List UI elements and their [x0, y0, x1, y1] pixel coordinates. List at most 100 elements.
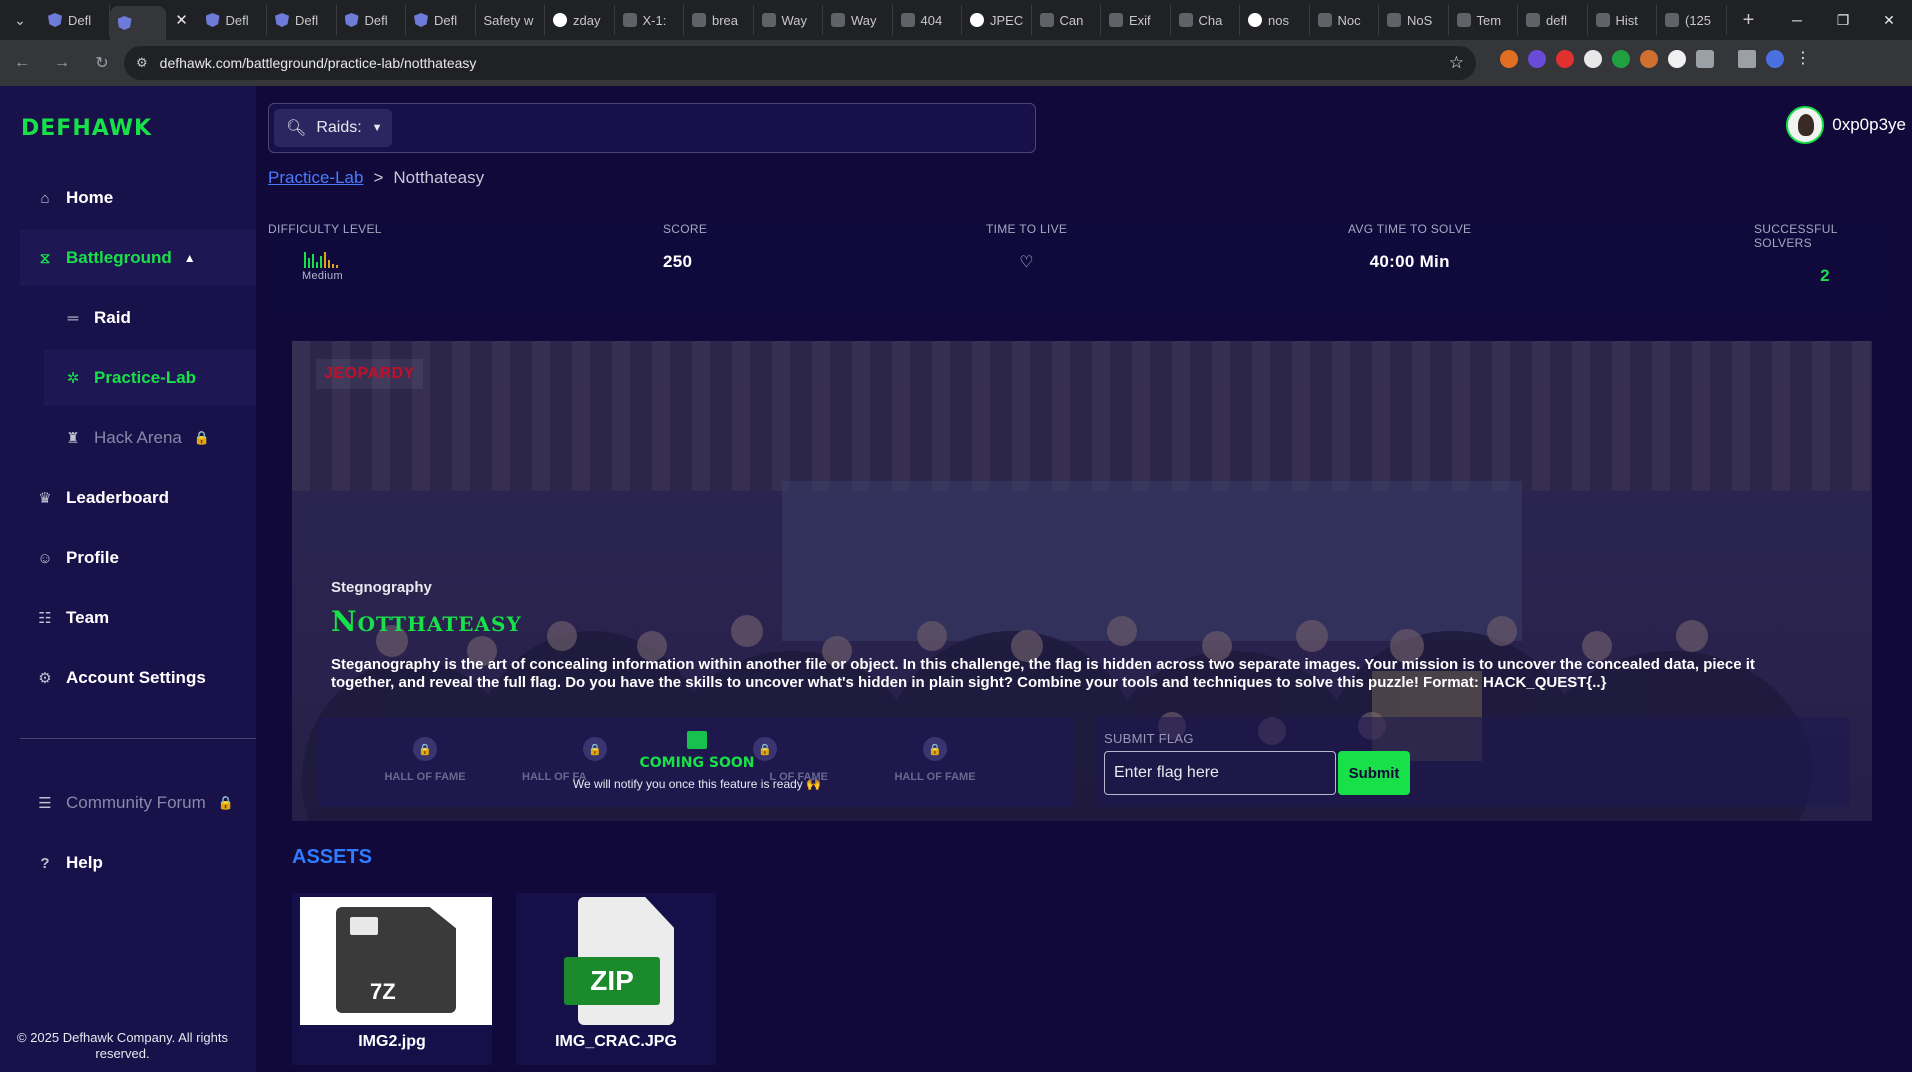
bookmark-star-icon[interactable]: ☆: [1449, 53, 1464, 73]
restore-icon[interactable]: ❐: [1820, 0, 1866, 40]
raids-dropdown[interactable]: 🔍︎ Raids: ▼: [274, 109, 392, 147]
browser-tab[interactable]: Exif: [1101, 5, 1171, 35]
browser-tab[interactable]: Noc: [1310, 5, 1379, 35]
minimize-icon[interactable]: ─: [1774, 0, 1820, 40]
sidebar-item-hack-arena[interactable]: ♜ Hack Arena 🔒: [44, 410, 256, 466]
browser-tab[interactable]: Way: [754, 5, 823, 35]
back-icon[interactable]: ←: [4, 45, 40, 81]
lock-icon: 🔒: [217, 795, 234, 810]
puzzle-extensions-icon[interactable]: [1696, 50, 1714, 68]
copyright-text: © 2025 Defhawk Company. All rights reser…: [17, 1030, 228, 1061]
google-favicon-icon: [970, 13, 984, 27]
browser-tab[interactable]: Can: [1032, 5, 1101, 35]
browser-tab[interactable]: 404: [893, 5, 962, 35]
asset-file[interactable]: 7Z IMG2.jpg: [292, 893, 492, 1065]
sidebar-item-home[interactable]: ⌂ Home: [20, 170, 256, 226]
sidebar-item-practice-lab[interactable]: ✲ Practice-Lab: [44, 350, 256, 406]
nosql-favicon-icon: [1387, 13, 1401, 27]
avg-time-value: 40:00 Min: [1369, 252, 1450, 271]
google-favicon-icon: [1248, 13, 1262, 27]
submit-flag-button[interactable]: Submit: [1338, 751, 1410, 795]
notify-text: We will notify you once this feature is …: [572, 777, 822, 791]
github-favicon-icon: [622, 13, 637, 27]
asset-file[interactable]: ZIP IMG_CRAC.JPG: [516, 893, 716, 1065]
browser-tab[interactable]: defl: [1518, 5, 1588, 35]
site-settings-icon[interactable]: ⚙: [136, 55, 148, 71]
pokeball-extension-icon[interactable]: [1556, 50, 1574, 68]
leaderboard-icon: ♛: [38, 490, 52, 507]
7z-file-icon[interactable]: 7Z: [300, 897, 492, 1025]
browser-tab[interactable]: Safety w: [476, 5, 545, 35]
address-bar[interactable]: ⚙ defhawk.com/battleground/practice-lab/…: [124, 46, 1476, 80]
browser-tab-active[interactable]: [109, 6, 166, 40]
stat-score: SCORE 250: [663, 222, 708, 271]
forum-icon: ☰: [38, 795, 52, 812]
sidebar-item-account-settings[interactable]: ⚙ Account Settings: [20, 650, 256, 706]
defhawk-favicon-icon: [275, 13, 289, 27]
browser-tab[interactable]: NoS: [1379, 5, 1449, 35]
extension-icon[interactable]: [1612, 50, 1630, 68]
browser-tab[interactable]: brea: [684, 5, 754, 35]
browser-tab[interactable]: nos: [1240, 5, 1310, 35]
cookie-extension-icon[interactable]: [1640, 50, 1658, 68]
sidebar-item-profile[interactable]: ☺ Profile: [20, 530, 256, 586]
more-menu-icon[interactable]: ⋮: [1794, 50, 1812, 68]
extension-icon[interactable]: [1668, 50, 1686, 68]
browser-tab[interactable]: zday: [545, 5, 615, 35]
download-icon[interactable]: [1738, 50, 1756, 68]
stat-difficulty: DIFFICULTY LEVEL Medium: [268, 222, 382, 282]
score-value: 250: [663, 252, 693, 271]
browser-tab[interactable]: Tem: [1449, 5, 1518, 35]
chevron-up-icon: ▲: [183, 251, 196, 265]
browser-tab[interactable]: Way: [823, 5, 893, 35]
browser-tab[interactable]: Defl: [40, 5, 110, 35]
defhawk-favicon-icon: [414, 13, 428, 27]
browser-tab[interactable]: Cha: [1171, 5, 1240, 35]
close-tab-icon[interactable]: ✕: [170, 8, 194, 32]
browser-tab[interactable]: JPEC: [962, 5, 1032, 35]
search-bar[interactable]: 🔍︎ Raids: ▼: [268, 103, 1036, 153]
browser-tab[interactable]: (125: [1657, 5, 1727, 35]
breadcrumb-link-practice-lab[interactable]: Practice-Lab: [268, 168, 363, 188]
gift-icon: [687, 731, 707, 749]
browser-tab[interactable]: Defl: [406, 5, 476, 35]
browser-tab[interactable]: Hist: [1588, 5, 1657, 35]
flag-input[interactable]: [1104, 751, 1336, 795]
sidebar-item-team[interactable]: ☷ Team: [20, 590, 256, 646]
forward-icon[interactable]: →: [44, 45, 80, 81]
zip-file-icon[interactable]: ZIP: [524, 897, 716, 1025]
sidebar-item-leaderboard[interactable]: ♛ Leaderboard: [20, 470, 256, 526]
raid-icon: ═: [67, 309, 79, 327]
hall-of-fame-panel: 🔒 HALL OF FAME 🔒 HALL OF FA 🔒 L OF FAME …: [318, 717, 1074, 807]
asset-file-name[interactable]: IMG_CRAC.JPG: [516, 1033, 716, 1051]
browser-toolbar: ← → ↻ ⚙ defhawk.com/battleground/practic…: [0, 40, 1912, 86]
extension-icon[interactable]: [1584, 50, 1602, 68]
tab-search-dropdown-icon[interactable]: ⌄: [0, 0, 40, 40]
profile-icon[interactable]: [1766, 50, 1784, 68]
avatar[interactable]: [1786, 106, 1825, 144]
github-favicon-icon: [1526, 13, 1540, 27]
gear-icon: ✲: [66, 370, 80, 387]
browser-tab[interactable]: Defl: [337, 5, 406, 35]
browser-tab[interactable]: Defl: [198, 5, 267, 35]
help-icon: ?: [40, 854, 50, 872]
heart-timer-icon: ♡: [1019, 254, 1034, 271]
asset-file-name[interactable]: IMG2.jpg: [292, 1033, 492, 1051]
extension-icon[interactable]: [1528, 50, 1546, 68]
team-icon: ☷: [38, 610, 52, 627]
defhawk-logo[interactable]: DEFHAWK: [21, 116, 152, 141]
stat-time-to-live: TIME TO LIVE ♡: [986, 222, 1068, 271]
user-menu[interactable]: 0xp0p3ye: [1786, 106, 1906, 144]
reload-icon[interactable]: ↻: [84, 45, 120, 81]
extension-icon[interactable]: [1500, 50, 1518, 68]
sidebar-item-raid[interactable]: ═ Raid: [44, 290, 256, 346]
browser-tab[interactable]: Defl: [267, 5, 337, 35]
sidebar-item-community-forum[interactable]: ☰ Community Forum 🔒: [20, 775, 256, 831]
browser-tab[interactable]: X-1:: [615, 5, 684, 35]
difficulty-bars-icon: [304, 248, 382, 268]
new-tab-button[interactable]: +: [1733, 9, 1765, 32]
sidebar-item-battleground[interactable]: ⧖ Battleground ▲: [20, 230, 256, 286]
assets-heading: ASSETS: [292, 846, 373, 868]
sidebar-item-help[interactable]: ? Help: [20, 835, 256, 891]
close-window-icon[interactable]: ✕: [1866, 0, 1912, 40]
